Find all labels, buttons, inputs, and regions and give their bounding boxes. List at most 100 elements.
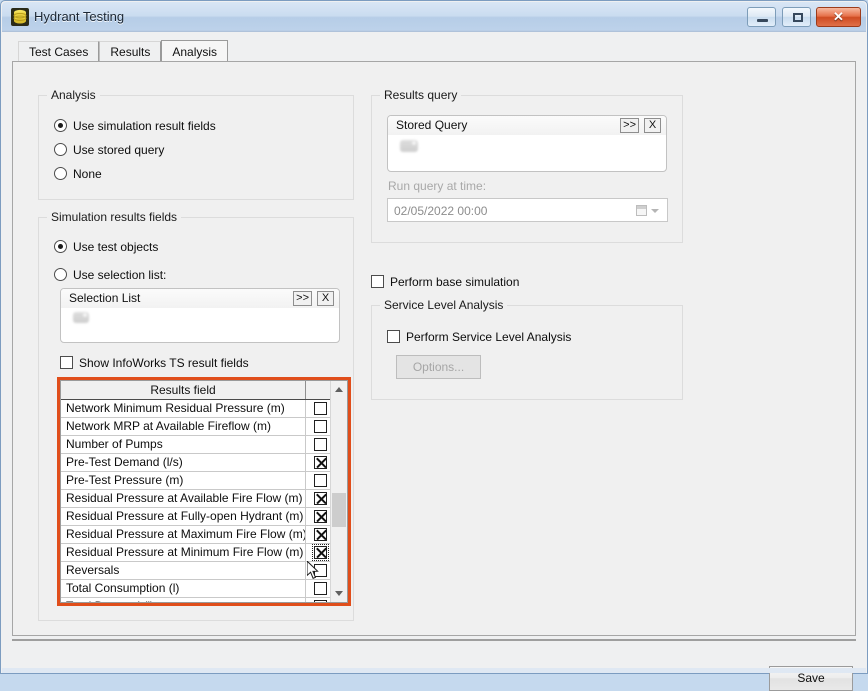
maximize-button[interactable]	[781, 7, 811, 27]
stored-query-title: Stored Query	[396, 118, 468, 132]
results-grid-scrollbar[interactable]	[330, 381, 347, 602]
checkbox-icon[interactable]	[314, 420, 327, 433]
checkbox-icon[interactable]	[312, 544, 329, 561]
run-query-at-time-label: Run query at time:	[388, 179, 487, 193]
table-row[interactable]: Reversals	[61, 562, 347, 580]
stored-query-box[interactable]: Stored Query >> X	[387, 115, 667, 172]
checkbox-icon[interactable]	[314, 600, 327, 602]
minimize-button[interactable]	[747, 7, 777, 27]
results-field-grid[interactable]: Results field Network Minimum Residual P…	[60, 380, 348, 603]
service-level-group-title: Service Level Analysis	[380, 298, 508, 312]
simulation-group-title: Simulation results fields	[47, 210, 182, 224]
minimize-icon	[757, 19, 769, 22]
stored-query-expand-button[interactable]: >>	[620, 118, 639, 133]
checkbox-icon[interactable]	[314, 474, 327, 487]
table-row[interactable]: Total Consumption (l)	[61, 580, 347, 598]
results-field-label: Residual Pressure at Fully-open Hydrant …	[61, 508, 306, 525]
chevron-down-icon[interactable]	[651, 209, 659, 213]
results-field-label: Number of Pumps	[61, 436, 306, 453]
results-field-grid-header: Results field	[61, 381, 347, 400]
selection-list-header: Selection List >> X	[61, 289, 339, 308]
results-field-label: Network MRP at Available Fireflow (m)	[61, 418, 306, 435]
checkbox-icon[interactable]	[314, 438, 327, 451]
checkbox-icon	[387, 330, 400, 344]
checkbox-icon[interactable]	[314, 492, 327, 505]
radio-label: Use test objects	[73, 239, 159, 254]
table-row[interactable]: Pre-Test Demand (l/s)	[61, 454, 347, 472]
radio-use-selection-list[interactable]: Use selection list:	[54, 265, 166, 283]
checkbox-icon	[60, 356, 73, 370]
selection-list-box[interactable]: Selection List >> X	[60, 288, 340, 343]
table-row[interactable]: Total Demand (l)	[61, 598, 347, 602]
checkbox-icon[interactable]	[314, 528, 327, 541]
chevron-up-icon	[335, 387, 343, 392]
close-icon: ✕	[833, 9, 844, 24]
table-row[interactable]: Network MRP at Available Fireflow (m)	[61, 418, 347, 436]
table-row[interactable]: Residual Pressure at Available Fire Flow…	[61, 490, 347, 508]
results-field-label: Residual Pressure at Minimum Fire Flow (…	[61, 544, 306, 561]
table-row[interactable]: Pre-Test Pressure (m)	[61, 472, 347, 490]
tab-results[interactable]: Results	[99, 41, 162, 62]
mouse-cursor-icon	[307, 561, 319, 579]
checkbox-icon[interactable]	[314, 582, 327, 595]
hydrant-testing-window: Hydrant Testing ✕ Test Cases Results Analy…	[0, 0, 868, 691]
table-row[interactable]: Number of Pumps	[61, 436, 347, 454]
checkbox-perform-base-simulation[interactable]: Perform base simulation	[371, 272, 519, 290]
radio-icon	[54, 167, 67, 181]
radio-label: Use simulation result fields	[73, 118, 216, 133]
close-button[interactable]: ✕	[816, 7, 861, 27]
checkbox-label: Perform Service Level Analysis	[406, 329, 572, 344]
scroll-up-button[interactable]	[331, 381, 347, 398]
radio-use-test-objects[interactable]: Use test objects	[54, 237, 158, 255]
selection-list-expand-button[interactable]: >>	[293, 291, 312, 306]
checkbox-icon[interactable]	[314, 510, 327, 523]
results-query-group-title: Results query	[380, 88, 462, 102]
checkbox-show-infoworks-ts-result-fields[interactable]: Show InfoWorks TS result fields	[60, 353, 249, 371]
checkbox-icon[interactable]	[314, 402, 327, 415]
radio-none[interactable]: None	[54, 164, 102, 182]
results-field-label: Pre-Test Pressure (m)	[61, 472, 306, 489]
run-query-at-time-field[interactable]: 02/05/2022 00:00	[387, 198, 668, 222]
calendar-icon[interactable]	[636, 205, 647, 216]
scroll-down-button[interactable]	[331, 585, 347, 602]
radio-label: Use selection list:	[73, 267, 167, 282]
table-row[interactable]: Residual Pressure at Minimum Fire Flow (…	[61, 544, 347, 562]
placeholder-dot	[83, 313, 87, 317]
table-row[interactable]: Residual Pressure at Fully-open Hydrant …	[61, 508, 347, 526]
radio-icon	[54, 268, 67, 282]
analysis-group-title: Analysis	[47, 88, 100, 102]
placeholder-dot	[412, 141, 416, 145]
radio-icon	[54, 119, 67, 133]
results-field-label: Residual Pressure at Maximum Fire Flow (…	[61, 526, 306, 543]
checkbox-perform-service-level-analysis[interactable]: Perform Service Level Analysis	[387, 327, 571, 345]
results-field-label: Total Consumption (l)	[61, 580, 306, 597]
chevron-down-icon	[335, 591, 343, 596]
checkbox-icon	[371, 275, 384, 289]
scrollbar-thumb[interactable]	[332, 493, 346, 527]
checkbox-label: Show InfoWorks TS result fields	[79, 355, 249, 370]
column-header-results-field: Results field	[61, 381, 306, 399]
stored-query-placeholder-item	[400, 140, 418, 152]
checkbox-icon[interactable]	[314, 456, 327, 469]
stored-query-clear-button[interactable]: X	[644, 118, 661, 133]
results-field-label: Network Minimum Residual Pressure (m)	[61, 400, 306, 417]
stored-query-header: Stored Query >> X	[388, 116, 666, 135]
results-field-label: Total Demand (l)	[61, 598, 306, 602]
results-query-group: Results query Stored Query >> X Run quer…	[371, 88, 683, 243]
selection-list-title: Selection List	[69, 291, 141, 305]
radio-use-simulation-result-fields[interactable]: Use simulation result fields	[54, 116, 216, 134]
table-row[interactable]: Residual Pressure at Maximum Fire Flow (…	[61, 526, 347, 544]
radio-icon	[54, 240, 67, 254]
status-strip	[2, 668, 866, 673]
results-field-label: Pre-Test Demand (l/s)	[61, 454, 306, 471]
table-row[interactable]: Network Minimum Residual Pressure (m)	[61, 400, 347, 418]
service-level-options-button[interactable]: Options...	[396, 355, 481, 379]
radio-use-stored-query[interactable]: Use stored query	[54, 140, 164, 158]
tab-analysis[interactable]: Analysis	[161, 40, 229, 62]
run-query-at-time-value: 02/05/2022 00:00	[394, 204, 488, 218]
maximize-icon	[792, 13, 803, 22]
window-title: Hydrant Testing	[34, 9, 125, 24]
database-icon	[11, 8, 29, 26]
selection-list-clear-button[interactable]: X	[317, 291, 334, 306]
tab-test-cases[interactable]: Test Cases	[18, 41, 100, 62]
